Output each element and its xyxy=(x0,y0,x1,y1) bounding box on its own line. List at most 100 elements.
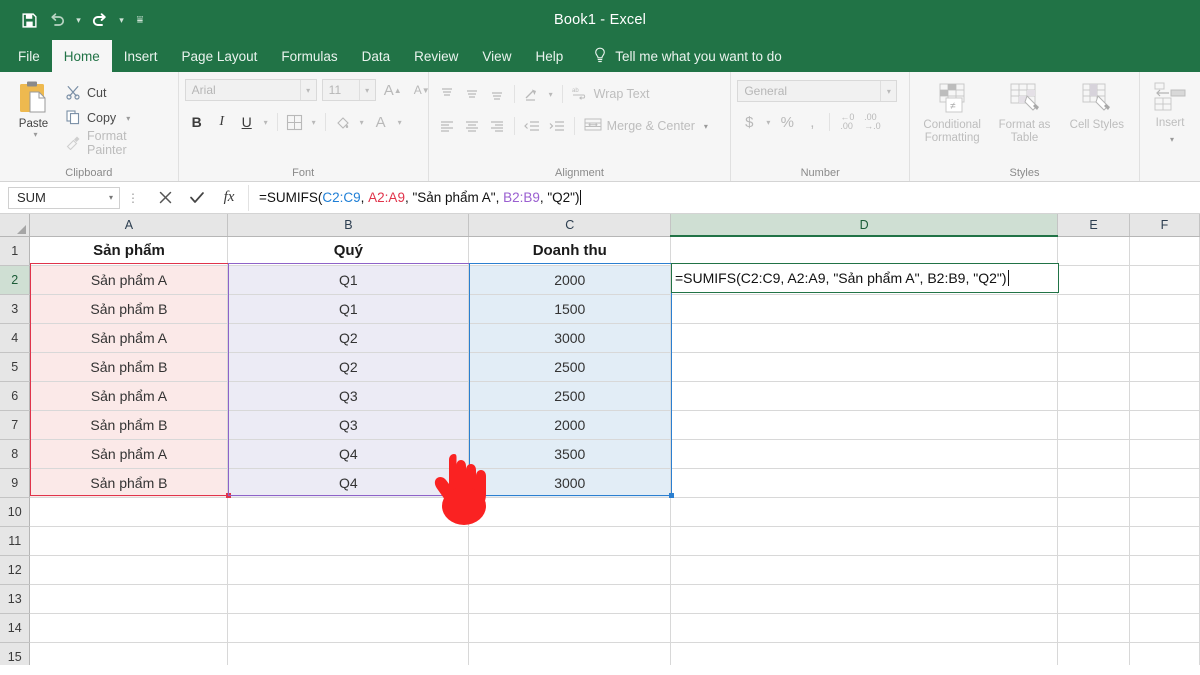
row-header-11[interactable]: 11 xyxy=(0,526,30,555)
spreadsheet-grid[interactable]: A B C D E F 1 Sản phẩm Quý Doanh thu 2 S… xyxy=(0,214,1200,665)
row-header-13[interactable]: 13 xyxy=(0,584,30,613)
cell-e6[interactable] xyxy=(1058,381,1130,410)
increase-font-size-icon[interactable]: A▲ xyxy=(381,78,405,102)
number-format-dropdown-icon[interactable]: ▾ xyxy=(880,81,896,101)
copy-button[interactable]: Copy ▾ xyxy=(61,107,172,129)
cell-c13[interactable] xyxy=(469,584,671,613)
orientation-icon[interactable] xyxy=(520,82,544,106)
cell-e9[interactable] xyxy=(1058,468,1130,497)
cell-b10[interactable] xyxy=(228,497,469,526)
underline-button[interactable]: U xyxy=(235,110,259,134)
column-header-b[interactable]: B xyxy=(228,214,469,236)
cell-c3[interactable]: 1500 xyxy=(469,294,671,323)
cell-f4[interactable] xyxy=(1129,323,1199,352)
cell-f15[interactable] xyxy=(1129,642,1199,665)
cell-a14[interactable] xyxy=(30,613,228,642)
cell-f2[interactable] xyxy=(1129,265,1199,294)
align-top-icon[interactable] xyxy=(435,82,459,106)
row-header-4[interactable]: 4 xyxy=(0,323,30,352)
cell-c5[interactable]: 2500 xyxy=(469,352,671,381)
cell-a7[interactable]: Sản phẩm B xyxy=(30,410,228,439)
orientation-dropdown-icon[interactable]: ▾ xyxy=(545,82,557,106)
save-icon[interactable] xyxy=(16,7,42,33)
cut-button[interactable]: Cut xyxy=(61,82,172,104)
cell-f7[interactable] xyxy=(1129,410,1199,439)
cell-f1[interactable] xyxy=(1129,236,1199,265)
tab-review[interactable]: Review xyxy=(402,40,470,72)
cell-c7[interactable]: 2000 xyxy=(469,410,671,439)
cell-b3[interactable]: Q1 xyxy=(228,294,469,323)
cell-f11[interactable] xyxy=(1129,526,1199,555)
insert-cells-button[interactable]: Insert ▾ xyxy=(1146,80,1194,146)
align-bottom-icon[interactable] xyxy=(485,82,509,106)
cell-b15[interactable] xyxy=(228,642,469,665)
cell-c4[interactable]: 3000 xyxy=(469,323,671,352)
redo-icon[interactable] xyxy=(87,7,113,33)
comma-style-icon[interactable]: , xyxy=(800,110,824,134)
tab-page-layout[interactable]: Page Layout xyxy=(170,40,270,72)
cell-b2[interactable]: Q1 xyxy=(228,265,469,294)
cell-b4[interactable]: Q2 xyxy=(228,323,469,352)
cell-b6[interactable]: Q3 xyxy=(228,381,469,410)
cell-b13[interactable] xyxy=(228,584,469,613)
underline-dropdown-icon[interactable]: ▾ xyxy=(260,110,272,134)
cell-b14[interactable] xyxy=(228,613,469,642)
cell-f6[interactable] xyxy=(1129,381,1199,410)
column-header-d[interactable]: D xyxy=(671,214,1058,236)
cell-c15[interactable] xyxy=(469,642,671,665)
cell-f9[interactable] xyxy=(1129,468,1199,497)
cell-b12[interactable] xyxy=(228,555,469,584)
cell-d8[interactable] xyxy=(671,439,1058,468)
align-left-icon[interactable] xyxy=(435,114,459,138)
merge-center-dropdown-icon[interactable]: ▾ xyxy=(700,122,708,131)
cell-d4[interactable] xyxy=(671,323,1058,352)
font-color-icon[interactable]: A xyxy=(369,110,393,134)
cell-d12[interactable] xyxy=(671,555,1058,584)
tab-home[interactable]: Home xyxy=(52,40,112,72)
formula-input[interactable]: =SUMIFS(C2:C9, A2:A9, "Sản phẩm A", B2:B… xyxy=(248,185,1200,211)
format-painter-button[interactable]: Format Painter xyxy=(61,132,172,154)
cell-d1[interactable] xyxy=(671,236,1058,265)
percent-style-icon[interactable]: % xyxy=(775,110,799,134)
customize-qat-icon[interactable]: ⩸ xyxy=(130,7,150,33)
cell-a2[interactable]: Sản phẩm A xyxy=(30,265,228,294)
cell-d11[interactable] xyxy=(671,526,1058,555)
number-format-select[interactable]: General ▾ xyxy=(737,80,897,102)
fill-color-dropdown-icon[interactable]: ▾ xyxy=(356,110,368,134)
cell-b1[interactable]: Quý xyxy=(228,236,469,265)
align-right-icon[interactable] xyxy=(485,114,509,138)
row-header-8[interactable]: 8 xyxy=(0,439,30,468)
cell-c11[interactable] xyxy=(469,526,671,555)
decrease-indent-icon[interactable] xyxy=(520,114,544,138)
cell-e3[interactable] xyxy=(1058,294,1130,323)
cell-a15[interactable] xyxy=(30,642,228,665)
cell-b7[interactable]: Q3 xyxy=(228,410,469,439)
cell-c9[interactable]: 3000 xyxy=(469,468,671,497)
cell-a10[interactable] xyxy=(30,497,228,526)
cell-f13[interactable] xyxy=(1129,584,1199,613)
cell-f8[interactable] xyxy=(1129,439,1199,468)
format-as-table-button[interactable]: Format as Table xyxy=(988,80,1060,145)
cell-d9[interactable] xyxy=(671,468,1058,497)
cell-d14[interactable] xyxy=(671,613,1058,642)
cell-c2[interactable]: 2000 xyxy=(469,265,671,294)
cell-a8[interactable]: Sản phẩm A xyxy=(30,439,228,468)
bold-button[interactable]: B xyxy=(185,110,209,134)
select-all-corner[interactable] xyxy=(0,214,30,236)
conditional-formatting-button[interactable]: ≠ Conditional Formatting xyxy=(916,80,988,145)
column-header-a[interactable]: A xyxy=(30,214,228,236)
cell-c1[interactable]: Doanh thu xyxy=(469,236,671,265)
tab-data[interactable]: Data xyxy=(350,40,403,72)
cell-e2[interactable] xyxy=(1058,265,1130,294)
font-size-input[interactable]: 11 ▾ xyxy=(322,79,376,101)
cell-e15[interactable] xyxy=(1058,642,1130,665)
increase-decimal-icon[interactable]: ←0.00 xyxy=(835,110,859,134)
cell-e10[interactable] xyxy=(1058,497,1130,526)
cell-b5[interactable]: Q2 xyxy=(228,352,469,381)
redo-dropdown-icon[interactable]: ▾ xyxy=(115,7,128,33)
cell-e1[interactable] xyxy=(1058,236,1130,265)
tab-insert[interactable]: Insert xyxy=(112,40,170,72)
cell-d5[interactable] xyxy=(671,352,1058,381)
cell-d3[interactable] xyxy=(671,294,1058,323)
name-box-dropdown-icon[interactable]: ▾ xyxy=(109,193,113,202)
